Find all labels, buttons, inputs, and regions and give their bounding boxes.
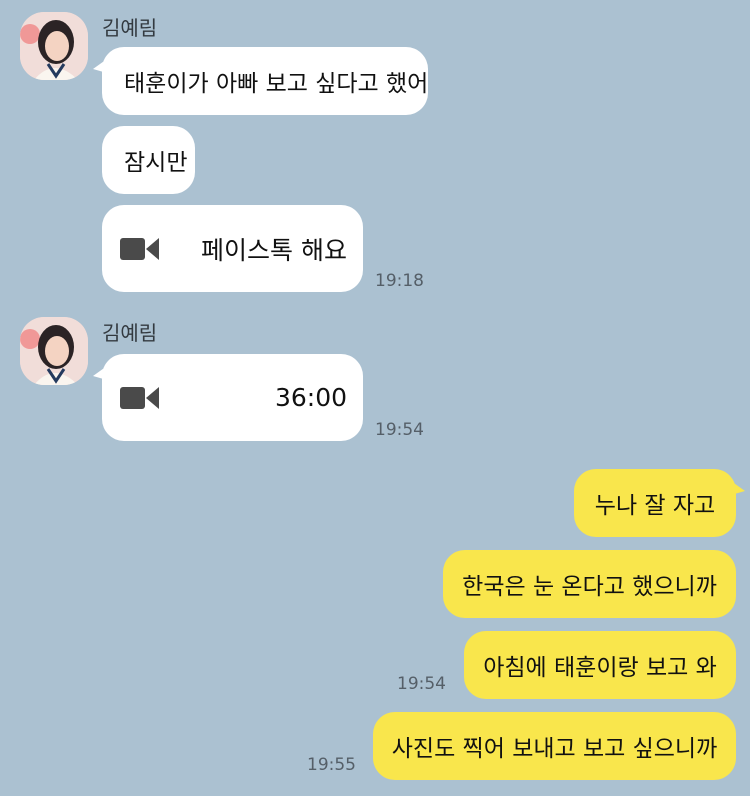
- message-bubble[interactable]: 잠시만: [102, 126, 195, 194]
- avatar[interactable]: [20, 12, 88, 80]
- message-bubble[interactable]: 누나 잘 자고: [574, 469, 745, 537]
- message-bubble[interactable]: 태훈이가 아빠 보고 싶다고 했어: [93, 47, 429, 115]
- call-duration-bubble[interactable]: 36:00: [93, 354, 363, 441]
- bubble-tail: [731, 481, 745, 495]
- sender-name: 김예림: [102, 16, 158, 40]
- video-camera-icon: [120, 386, 159, 409]
- video-camera-icon: [120, 237, 159, 260]
- message-text: 아침에 태훈이랑 보고 와: [483, 655, 717, 681]
- message-text: 태훈이가 아빠 보고 싶다고 했어: [124, 71, 429, 97]
- message-bubble[interactable]: 한국은 눈 온다고 했으니까: [443, 550, 736, 618]
- message-bubble[interactable]: 사진도 찍어 보내고 보고 싶으니까: [373, 712, 736, 780]
- message-text: 잠시만: [124, 150, 188, 176]
- avatar[interactable]: [20, 317, 88, 385]
- message-text: 한국은 눈 온다고 했으니까: [462, 574, 717, 600]
- call-duration: 36:00: [274, 383, 347, 412]
- call-label: 페이스톡 해요: [201, 235, 347, 265]
- bubble-tail: [93, 59, 107, 73]
- facetalk-call-bubble[interactable]: 페이스톡 해요: [102, 205, 363, 292]
- message-text: 사진도 찍어 보내고 보고 싶으니까: [391, 736, 718, 762]
- sender-name: 김예림: [102, 321, 158, 345]
- timestamp: 19:18: [375, 271, 424, 291]
- timestamp: 19:54: [397, 674, 446, 694]
- message-text: 누나 잘 자고: [594, 493, 716, 519]
- bubble-tail: [93, 366, 107, 380]
- timestamp: 19:55: [307, 755, 356, 775]
- message-bubble[interactable]: 아침에 태훈이랑 보고 와: [464, 631, 736, 699]
- timestamp: 19:54: [375, 420, 424, 440]
